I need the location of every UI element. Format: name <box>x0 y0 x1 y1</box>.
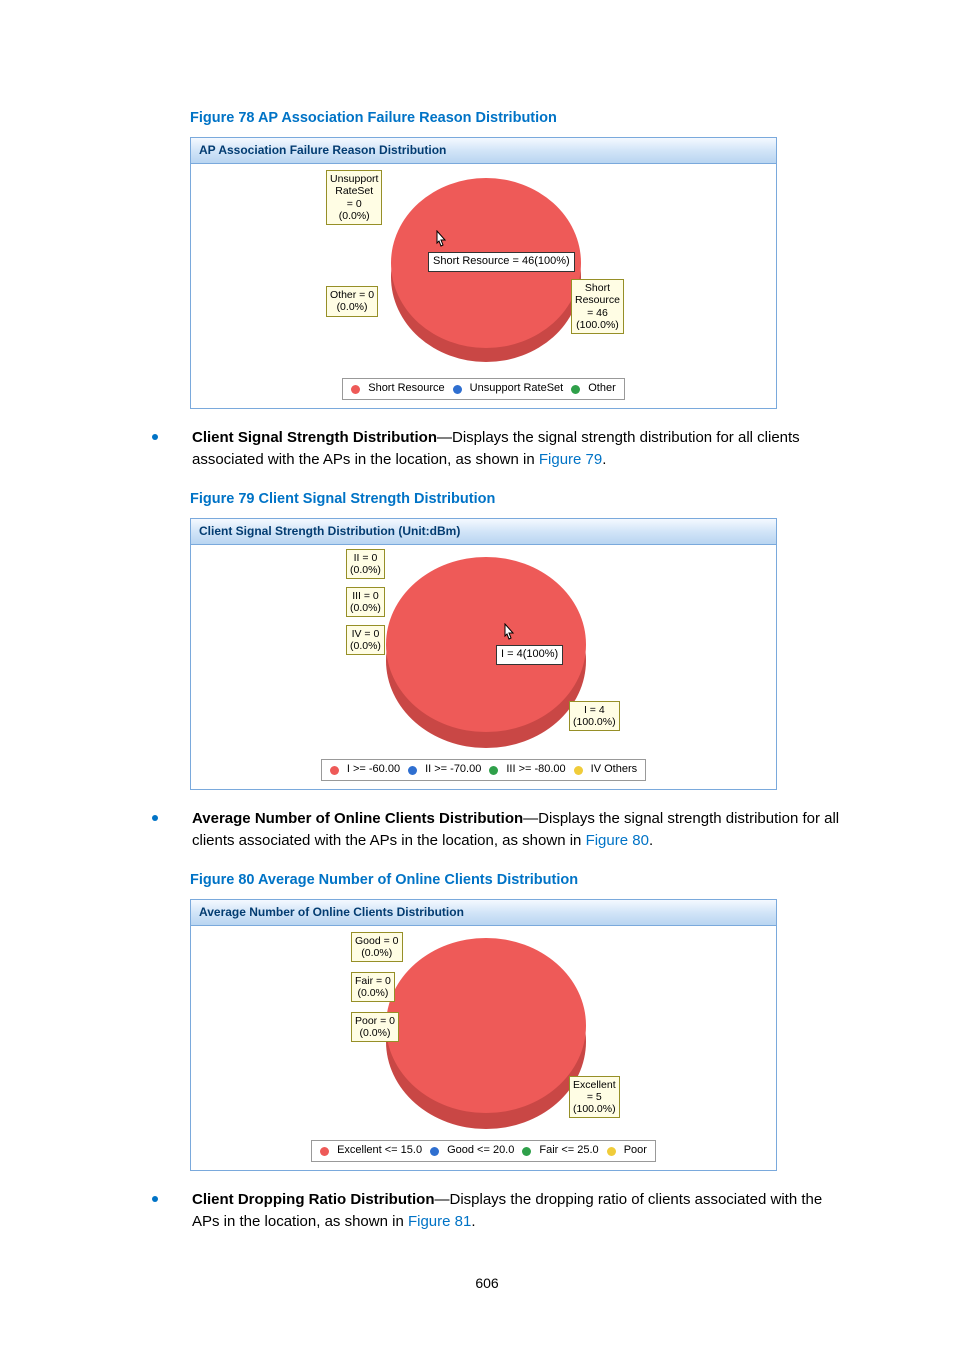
legend-label: Excellent <= 15.0 <box>337 1143 422 1159</box>
bullet-text: Average Number of Online Clients Distrib… <box>192 808 844 852</box>
figure-80-panel-title: Average Number of Online Clients Distrib… <box>191 900 776 926</box>
page-number: 606 <box>130 1273 844 1293</box>
figure-79-caption: Figure 79 Client Signal Strength Distrib… <box>190 489 844 510</box>
tooltip-short-resource: Short Resource = 46(100%) <box>428 252 575 272</box>
label-poor: Poor = 0(0.0%) <box>351 1012 399 1042</box>
swatch-yellow-icon <box>607 1147 616 1156</box>
label-excellent: Excellent= 5(100.0%) <box>569 1076 620 1118</box>
label-iv: IV = 0(0.0%) <box>346 625 385 655</box>
bullet-icon <box>152 815 158 821</box>
figure-78-panel-title: AP Association Failure Reason Distributi… <box>191 138 776 164</box>
label-i: I = 4(100.0%) <box>569 701 620 731</box>
figure-78-legend: Short Resource Unsupport RateSet Other <box>342 378 625 400</box>
swatch-yellow-icon <box>574 766 583 775</box>
label-ii: II = 0(0.0%) <box>346 549 385 579</box>
figure-78-panel: AP Association Failure Reason Distributi… <box>190 137 777 409</box>
legend-label: I >= -60.00 <box>347 762 400 778</box>
bullet-text: Client Signal Strength Distribution—Disp… <box>192 427 844 471</box>
label-iii: III = 0(0.0%) <box>346 587 385 617</box>
label-short-resource: ShortResource= 46(100.0%) <box>571 279 624 333</box>
legend-label: Other <box>588 381 616 397</box>
figure-80-legend: Excellent <= 15.0 Good <= 20.0 Fair <= 2… <box>311 1140 656 1162</box>
figure-79-body: II = 0(0.0%) III = 0(0.0%) IV = 0(0.0%) … <box>191 545 776 755</box>
label-fair: Fair = 0(0.0%) <box>351 972 395 1002</box>
swatch-red-icon <box>320 1147 329 1156</box>
label-good: Good = 0(0.0%) <box>351 932 403 962</box>
bullet-lead: Client Signal Strength Distribution <box>192 429 437 446</box>
swatch-green-icon <box>489 766 498 775</box>
figure-78-body: UnsupportRateSet= 0(0.0%) Other = 0(0.0%… <box>191 164 776 374</box>
bullet-icon <box>152 434 158 440</box>
figure-80-caption: Figure 80 Average Number of Online Clien… <box>190 870 844 891</box>
bullet-text: Client Dropping Ratio Distribution—Displ… <box>192 1189 844 1233</box>
legend-label: Fair <= 25.0 <box>539 1143 598 1159</box>
figure-79-panel: Client Signal Strength Distribution (Uni… <box>190 518 777 790</box>
legend-label: II >= -70.00 <box>425 762 481 778</box>
label-unsupport-rateset: UnsupportRateSet= 0(0.0%) <box>326 170 382 224</box>
bullet-icon <box>152 1196 158 1202</box>
legend-label: Unsupport RateSet <box>470 381 564 397</box>
bullet-lead: Client Dropping Ratio Distribution <box>192 1191 434 1208</box>
swatch-blue-icon <box>408 766 417 775</box>
tooltip-i: I = 4(100%) <box>496 645 563 665</box>
document-page: Figure 78 AP Association Failure Reason … <box>0 0 954 1353</box>
link-figure-79[interactable]: Figure 79 <box>539 451 602 468</box>
bullet-lead: Average Number of Online Clients Distrib… <box>192 810 523 827</box>
link-figure-81[interactable]: Figure 81 <box>408 1213 471 1230</box>
legend-label: Short Resource <box>368 381 444 397</box>
bullet-tail: . <box>649 832 653 849</box>
figure-80-body: Good = 0(0.0%) Fair = 0(0.0%) Poor = 0(0… <box>191 926 776 1136</box>
legend-label: III >= -80.00 <box>506 762 565 778</box>
figure-79-panel-title: Client Signal Strength Distribution (Uni… <box>191 519 776 545</box>
swatch-blue-icon <box>430 1147 439 1156</box>
figure-78-caption: Figure 78 AP Association Failure Reason … <box>190 108 844 129</box>
swatch-red-icon <box>330 766 339 775</box>
legend-label: Good <= 20.0 <box>447 1143 514 1159</box>
bullet-tail: . <box>602 451 606 468</box>
bullet-avg-online-clients: Average Number of Online Clients Distrib… <box>152 808 844 852</box>
bullet-client-dropping-ratio: Client Dropping Ratio Distribution—Displ… <box>152 1189 844 1233</box>
swatch-green-icon <box>571 385 580 394</box>
link-figure-80[interactable]: Figure 80 <box>586 832 649 849</box>
bullet-tail: . <box>471 1213 475 1230</box>
figure-79-legend: I >= -60.00 II >= -70.00 III >= -80.00 I… <box>321 759 646 781</box>
legend-label: Poor <box>624 1143 647 1159</box>
swatch-red-icon <box>351 385 360 394</box>
figure-80-panel: Average Number of Online Clients Distrib… <box>190 899 777 1171</box>
pie-slice-excellent[interactable] <box>386 938 586 1113</box>
swatch-green-icon <box>522 1147 531 1156</box>
bullet-client-signal-strength: Client Signal Strength Distribution—Disp… <box>152 427 844 471</box>
label-other: Other = 0(0.0%) <box>326 286 378 316</box>
swatch-blue-icon <box>453 385 462 394</box>
legend-label: IV Others <box>591 762 637 778</box>
